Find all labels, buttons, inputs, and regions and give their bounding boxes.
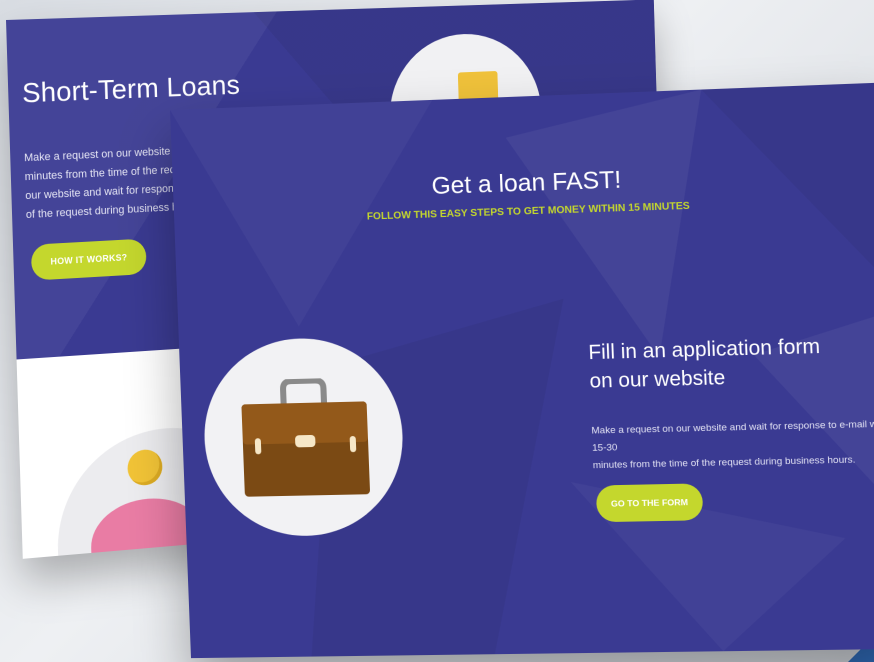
step-heading: Fill in an application form on our websi… — [588, 335, 821, 393]
front-page-mockup: Get a loan FAST! FOLLOW THIS EASY STEPS … — [170, 82, 874, 659]
back-page-description: Make a request on our website o minutes … — [23, 145, 179, 222]
go-to-form-button[interactable]: GO TO THE FORM — [595, 483, 704, 523]
briefcase-icon — [241, 377, 371, 497]
step-description: Make a request on our website and wait f… — [591, 418, 874, 472]
how-it-works-button[interactable]: HOW IT WORKS? — [30, 238, 147, 281]
